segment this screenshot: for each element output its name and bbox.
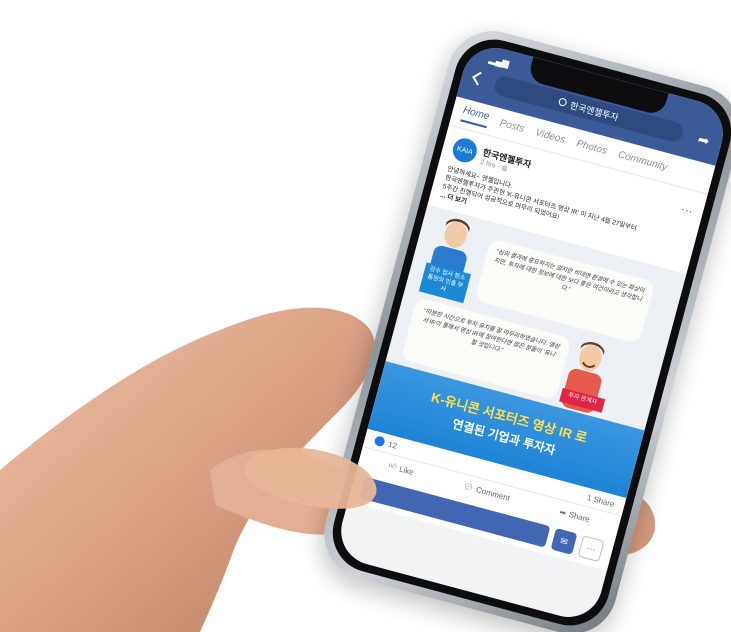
back-icon[interactable] [472, 71, 486, 86]
search-icon [557, 97, 568, 108]
share-arrow-icon: ➦ [558, 507, 568, 518]
tab-community[interactable]: Community [617, 149, 669, 173]
messenger-icon[interactable]: ✉ [550, 528, 578, 556]
smartphone: ▂▄▆ 한국엔젤투자 ➦ Home Posts Videos Photos Co… [313, 20, 731, 632]
comment-icon: 💬︎ [462, 481, 475, 493]
phone-bezel: ▂▄▆ 한국엔젤투자 ➦ Home Posts Videos Photos Co… [323, 30, 731, 632]
like-count[interactable]: 12 [387, 440, 398, 451]
avatar[interactable]: KAIA [450, 135, 480, 166]
like-reaction-icon [373, 435, 386, 448]
tab-videos[interactable]: Videos [534, 127, 566, 145]
share-button[interactable]: ➦ Share [558, 507, 591, 525]
phone-screen: ▂▄▆ 한국엔젤투자 ➦ Home Posts Videos Photos Co… [333, 40, 731, 625]
share-icon[interactable]: ➦ [696, 131, 711, 150]
more-options-icon[interactable]: ··· [679, 202, 694, 219]
more-icon[interactable]: ··· [577, 535, 605, 563]
tab-posts[interactable]: Posts [498, 118, 525, 135]
tab-photos[interactable]: Photos [575, 138, 608, 157]
thumbs-up-icon: 👍︎ [387, 460, 398, 472]
globe-icon: ◍ [500, 164, 509, 173]
like-button[interactable]: 👍︎ Like [387, 461, 415, 477]
tab-home[interactable]: Home [460, 104, 491, 129]
